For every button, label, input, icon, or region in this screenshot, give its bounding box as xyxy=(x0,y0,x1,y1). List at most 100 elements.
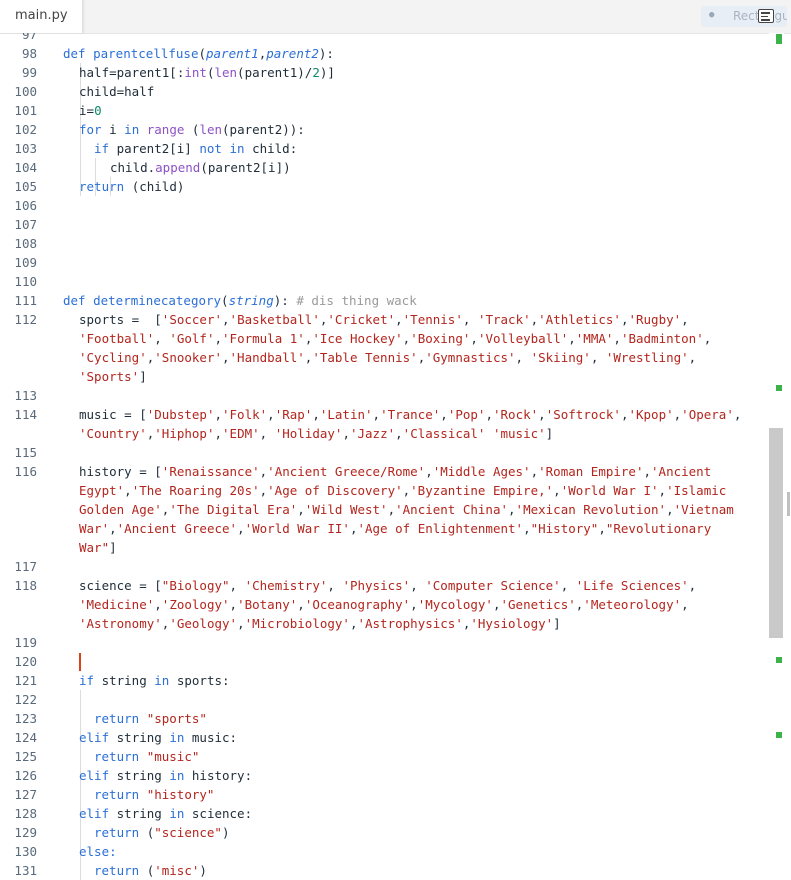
token: , xyxy=(492,597,501,612)
code-line-116-wrap[interactable]: Golden Age','The Digital Era','Wild West… xyxy=(79,500,771,519)
token: , xyxy=(229,597,238,612)
token-string: 'Kpop' xyxy=(628,407,674,422)
token: , xyxy=(312,407,320,422)
token-string: 'Sports' xyxy=(79,369,140,384)
code-line-99[interactable]: half=parent1[:int(len(parent1)/2)] xyxy=(79,63,771,82)
code-line-128[interactable]: elif string in science: xyxy=(79,804,771,823)
token-string: 'Mexican Revolution' xyxy=(515,502,667,517)
code-line-127[interactable]: return "history" xyxy=(94,785,771,804)
token-string: 'Dubstep' xyxy=(146,407,215,422)
token-string: Golden Age' xyxy=(79,502,162,517)
token-string: 'Age of Enlightenment' xyxy=(357,521,524,536)
token-number: 2 xyxy=(312,65,320,80)
code-line-105[interactable]: return (child) xyxy=(79,177,771,196)
code-editor[interactable]: 97 98 99 100 101 102 103 104 105 106 107… xyxy=(0,33,771,880)
code-line-118[interactable]: science = ["Biology", 'Chemistry', 'Phys… xyxy=(79,576,771,595)
token-keyword: return xyxy=(94,825,147,840)
token-string: 'Ancient China' xyxy=(395,502,509,517)
token-builtin: len xyxy=(214,65,238,80)
tab-bar: main.py ● Rectangula xyxy=(0,0,791,34)
code-line-121[interactable]: if string in sports: xyxy=(79,671,771,690)
token: , xyxy=(214,407,222,422)
token-builtin: range xyxy=(146,122,185,137)
code-line-123[interactable]: return "sports" xyxy=(94,709,771,728)
code-line-102[interactable]: for i in range (len(parent2)): xyxy=(79,120,771,139)
code-line-112-wrap[interactable]: 'Sports'] xyxy=(79,367,771,386)
token-string: 'Golf' xyxy=(169,331,215,346)
token-string: "Biology" xyxy=(161,578,230,593)
token: , xyxy=(590,350,606,365)
token: , xyxy=(372,407,381,422)
token: , xyxy=(703,331,712,346)
code-line-103[interactable]: if parent2[i] not in child: xyxy=(94,139,771,158)
scrollbar-thumb[interactable] xyxy=(769,428,783,638)
code-line-100[interactable]: child=half xyxy=(79,82,771,101)
code-line-112-wrap[interactable]: 'Cycling','Snooker','Handball','Table Te… xyxy=(79,348,771,367)
token: )] xyxy=(319,65,335,80)
token-keyword: in xyxy=(124,122,147,137)
token-param: parent2 xyxy=(266,46,319,61)
line-number: 98 xyxy=(21,46,37,61)
token-string: 'misc' xyxy=(154,863,200,878)
token: , xyxy=(124,483,132,498)
token: , xyxy=(508,502,516,517)
code-line-130[interactable]: else: xyxy=(79,842,771,861)
code-line-116-wrap[interactable]: Egypt','The Roaring 20s','Age of Discove… xyxy=(79,481,771,500)
code-line-101[interactable]: i=0 xyxy=(79,101,771,120)
token: , xyxy=(109,521,117,536)
line-number: 108 xyxy=(14,236,37,251)
line-number: 131 xyxy=(14,863,37,878)
token-string: 'Gymnastics' xyxy=(425,350,516,365)
token-string: 'Meteorology' xyxy=(583,597,682,612)
line-number: 107 xyxy=(14,217,37,232)
token-builtin: len xyxy=(199,122,223,137)
minimap-toggle-icon[interactable] xyxy=(758,9,774,23)
token-string: 'Wild West' xyxy=(304,502,388,517)
token-string: 'Skiing' xyxy=(530,350,591,365)
token: , xyxy=(154,597,162,612)
code-line-116[interactable]: history = ['Renaissance','Ancient Greece… xyxy=(79,462,771,481)
token-string: 'World War I' xyxy=(560,483,659,498)
token-keyword: def xyxy=(63,293,94,308)
code-line-111[interactable]: def determinecategory(string): # dis thi… xyxy=(63,291,771,310)
scroll-grip xyxy=(787,492,790,516)
token-string: "science" xyxy=(154,825,222,840)
code-line-114-wrap[interactable]: 'Country','Hiphop','EDM', 'Holiday','Jaz… xyxy=(79,424,771,443)
code-line-118-wrap[interactable]: 'Medicine','Zoology','Botany','Oceanogra… xyxy=(79,595,771,614)
code-line-112[interactable]: sports = ['Soccer','Basketball','Cricket… xyxy=(79,310,771,329)
line-number: 113 xyxy=(14,388,37,403)
token-string: 'Ancient Greece/Rome' xyxy=(267,464,426,479)
token: , xyxy=(485,407,493,422)
code-line-124[interactable]: elif string in music: xyxy=(79,728,771,747)
token-string: 'Astrophysics' xyxy=(357,616,463,631)
code-line-116-wrap[interactable]: War"] xyxy=(79,538,771,557)
token: string xyxy=(101,673,155,688)
code-line-114[interactable]: music = ['Dubstep','Folk','Rap','Latin',… xyxy=(79,405,771,424)
line-number: 102 xyxy=(14,122,37,137)
code-line-116-wrap[interactable]: War','Ancient Greece','World War II','Ag… xyxy=(79,519,771,538)
code-line-129[interactable]: return ("science") xyxy=(94,823,771,842)
token: music = [ xyxy=(79,407,147,422)
token-string: 'Athletics' xyxy=(538,312,621,327)
token: , xyxy=(214,426,223,441)
line-number: 119 xyxy=(14,635,37,650)
token-string: 'Cricket' xyxy=(327,312,396,327)
tab-main-py[interactable]: main.py xyxy=(0,0,83,33)
code-line-112-wrap[interactable]: 'Football', 'Golf','Formula 1','Ice Hock… xyxy=(79,329,771,348)
token: , xyxy=(395,426,403,441)
token-string: 'Byzantine Empire,' xyxy=(410,483,554,498)
token: , xyxy=(523,521,531,536)
code-line-118-wrap[interactable]: 'Astronomy','Geology','Microbiology','As… xyxy=(79,614,771,633)
token: child. xyxy=(110,160,156,175)
code-line-131[interactable]: return ('misc') xyxy=(94,861,771,880)
token: ( xyxy=(198,46,206,61)
token-keyword: elif xyxy=(79,806,117,821)
line-number: 105 xyxy=(14,179,37,194)
code-line-98[interactable]: def parentcellfuse(parent1,parent2): xyxy=(63,44,771,63)
token: i= xyxy=(79,103,95,118)
code-line-126[interactable]: elif string in history: xyxy=(79,766,771,785)
code-line-104[interactable]: child.append(parent2[i]) xyxy=(110,158,771,177)
code-line-125[interactable]: return "music" xyxy=(94,747,771,766)
rectangula-pill[interactable]: ● Rectangula xyxy=(701,6,787,27)
token-keyword: elif xyxy=(79,768,117,783)
